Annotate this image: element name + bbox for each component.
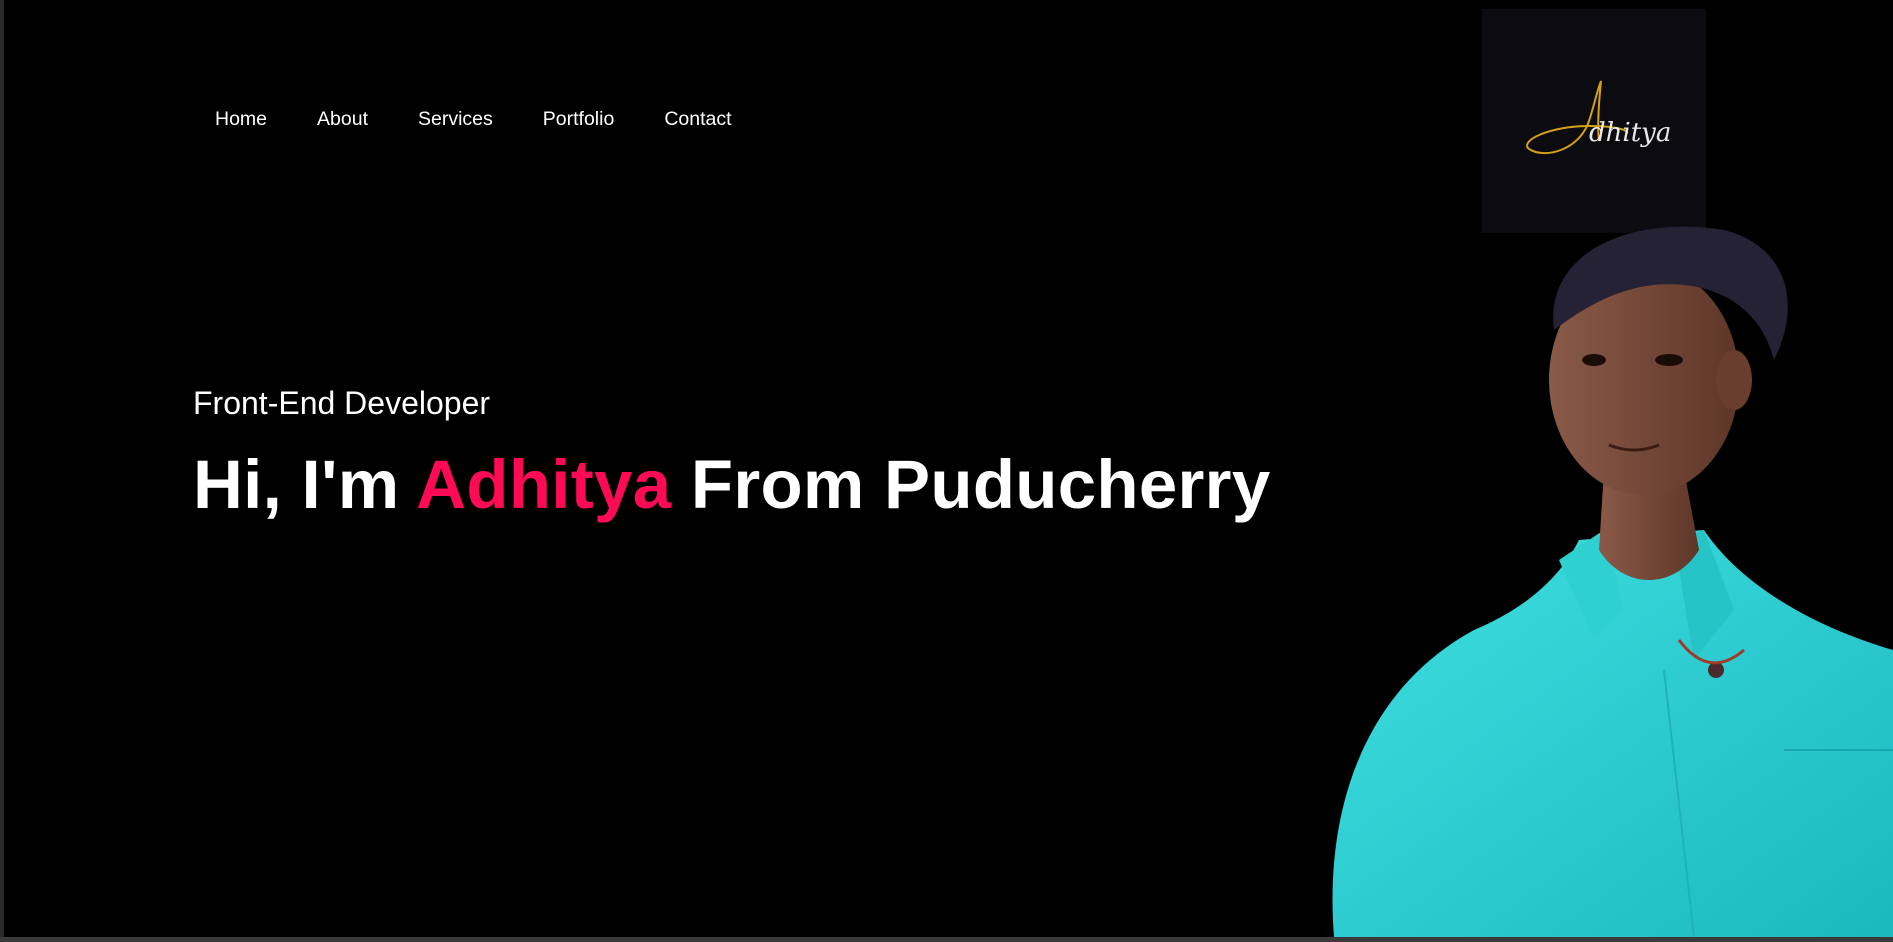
hero-subtitle: Front-End Developer (193, 385, 491, 421)
nav-item-about[interactable]: About (317, 108, 368, 131)
logo[interactable]: dhitya (1482, 9, 1706, 233)
nav-item-portfolio[interactable]: Portfolio (543, 108, 615, 131)
svg-text:dhitya: dhitya (1589, 118, 1671, 148)
hero-title-suffix: From Puducherry (671, 446, 1271, 523)
bottom-border (0, 937, 1893, 942)
hero-title-prefix: Hi, I'm (193, 446, 417, 523)
signature-logo: dhitya (1526, 80, 1671, 155)
nav-item-contact[interactable]: Contact (664, 108, 731, 131)
hero-title-name: Adhitya (416, 446, 672, 523)
nav-item-home[interactable]: Home (215, 108, 267, 131)
page: Home About Services Portfolio Contact dh… (4, 0, 1893, 937)
portrait-image (1332, 226, 1893, 937)
hero-title: Hi, I'm Adhitya From Puducherry (193, 445, 1271, 524)
nav-item-services[interactable]: Services (418, 108, 493, 131)
main-nav: Home About Services Portfolio Contact (215, 108, 782, 131)
